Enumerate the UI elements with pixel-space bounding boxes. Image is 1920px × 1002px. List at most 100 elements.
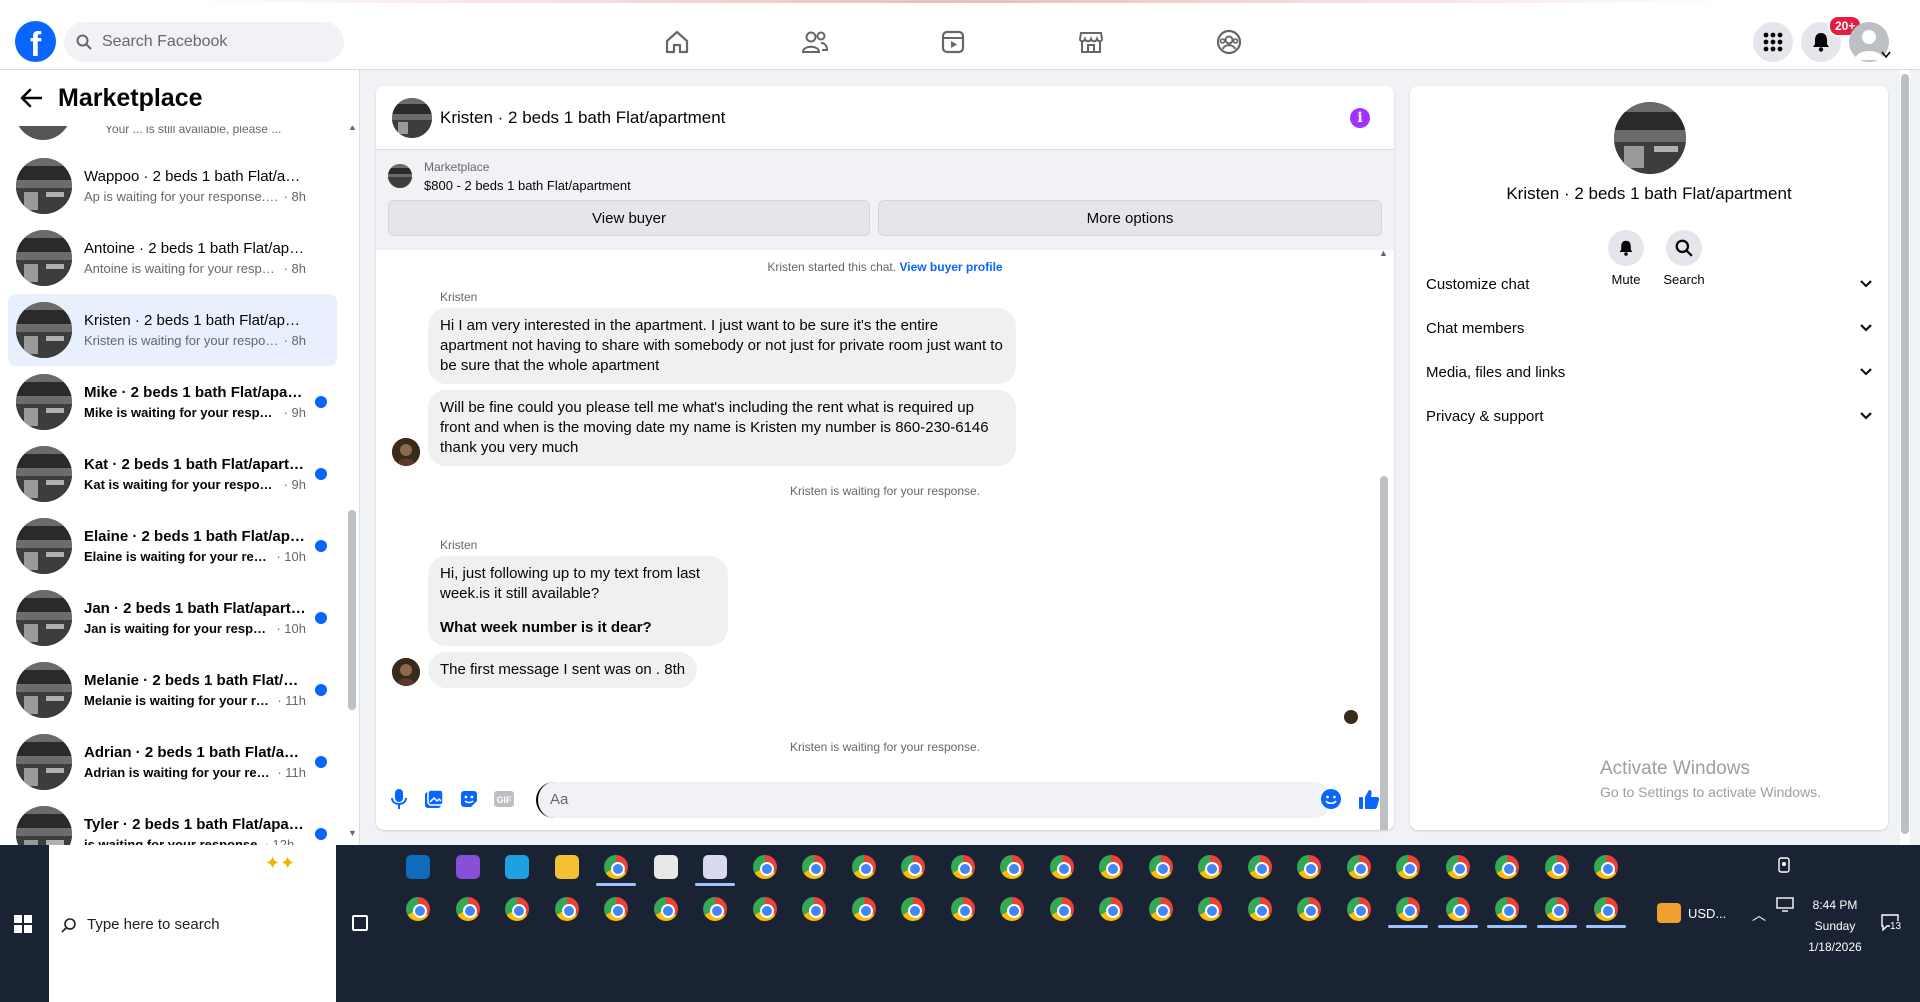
- message-bubble[interactable]: The first message I sent was on . 8th: [428, 652, 698, 688]
- chrome-icon[interactable]: [554, 897, 579, 921]
- chrome-icon[interactable]: [1049, 897, 1074, 921]
- chat-listing-thumbnail[interactable]: [392, 97, 432, 138]
- chrome-icon[interactable]: [1445, 897, 1470, 921]
- home-nav-icon[interactable]: [661, 26, 693, 58]
- meet-now-icon[interactable]: [1776, 857, 1792, 873]
- back-arrow-icon[interactable]: [20, 88, 42, 108]
- view-buyer-profile-link[interactable]: View buyer profile: [899, 260, 1002, 274]
- chrome-icon[interactable]: [1148, 855, 1173, 879]
- copilot-sparkle-icon[interactable]: ✦✦: [265, 853, 295, 874]
- info-icon[interactable]: i: [1350, 108, 1370, 128]
- windows-start-icon[interactable]: [14, 915, 32, 933]
- kristen-avatar[interactable]: [392, 438, 420, 466]
- chrome-icon[interactable]: [1148, 897, 1173, 921]
- chrome-icon[interactable]: [752, 855, 777, 879]
- system-clock[interactable]: 8:44 PM Sunday 1/18/2026: [1800, 895, 1870, 958]
- conversation-item[interactable]: Antoine · 2 beds 1 bath Flat/apa... Antoi…: [8, 222, 337, 294]
- chrome-icon[interactable]: [1198, 897, 1222, 921]
- copilot-icon[interactable]: [455, 855, 480, 879]
- more-options-button[interactable]: More options: [878, 200, 1382, 236]
- facebook-search-field[interactable]: Search Facebook: [64, 22, 344, 62]
- paint-icon[interactable]: [703, 855, 727, 879]
- chrome-icon[interactable]: [703, 897, 727, 921]
- chrome-icon[interactable]: [901, 855, 925, 879]
- facebook-logo-icon[interactable]: f: [15, 21, 56, 62]
- chrome-icon[interactable]: [455, 897, 480, 921]
- conversation-item[interactable]: Melanie · 2 beds 1 bath Flat/ap... Melani…: [8, 654, 337, 726]
- view-buyer-button[interactable]: View buyer: [388, 200, 870, 236]
- chrome-icon[interactable]: [653, 897, 678, 921]
- chrome-icon[interactable]: [1594, 897, 1618, 921]
- conversation-item[interactable]: Elaine · 2 beds 1 bath Flat/apar... Elain…: [8, 510, 337, 582]
- chrome-icon[interactable]: [1049, 855, 1074, 879]
- privacy-support-row[interactable]: Privacy & support: [1426, 394, 1872, 438]
- sticker-icon[interactable]: [458, 788, 480, 810]
- microphone-icon[interactable]: [388, 788, 410, 810]
- chrome-icon[interactable]: [1396, 897, 1420, 921]
- conversation-item[interactable]: Wappoo · 2 beds 1 bath Flat/apa... Ap is …: [8, 150, 337, 222]
- conversation-item[interactable]: Adrian · 2 beds 1 bath Flat/apa... Adrian…: [8, 726, 337, 798]
- chrome-icon[interactable]: [1396, 855, 1420, 879]
- message-bubble[interactable]: Hi I am very interested in the apartment…: [428, 308, 1016, 384]
- chrome-icon[interactable]: [1445, 855, 1470, 879]
- customize-chat-row[interactable]: Customize chat: [1426, 262, 1872, 306]
- chrome-icon[interactable]: [950, 897, 975, 921]
- outlook-icon[interactable]: [406, 855, 430, 879]
- conversation-item[interactable]: Mike · 2 beds 1 bath Flat/apart... Mike i…: [8, 366, 337, 438]
- friends-nav-icon[interactable]: [799, 26, 831, 58]
- chrome-icon[interactable]: [802, 897, 826, 921]
- message-input[interactable]: Aa: [536, 782, 1332, 818]
- listing-avatar[interactable]: [1614, 102, 1686, 174]
- chrome-icon[interactable]: [1495, 855, 1519, 879]
- message-bubble[interactable]: Hi, just following up to my text from la…: [428, 556, 728, 646]
- chrome-icon[interactable]: [505, 897, 529, 921]
- edge-icon[interactable]: [505, 855, 529, 879]
- task-view-icon[interactable]: [352, 915, 368, 931]
- currency-widget-label[interactable]: USD...: [1688, 906, 1726, 921]
- store-icon[interactable]: [653, 855, 678, 879]
- photo-icon[interactable]: [423, 788, 445, 810]
- conversation-item[interactable]: Tyler · 2 beds 1 bath Flat/apart... is wa…: [8, 798, 337, 845]
- account-chevron-icon[interactable]: [1881, 51, 1891, 59]
- chrome-icon[interactable]: [1544, 897, 1569, 921]
- marketplace-nav-icon[interactable]: [1075, 26, 1107, 58]
- chrome-icon[interactable]: [851, 855, 876, 879]
- chrome-icon[interactable]: [901, 897, 925, 921]
- chrome-icon[interactable]: [1198, 855, 1222, 879]
- currency-widget-icon[interactable]: [1657, 903, 1681, 923]
- chrome-icon[interactable]: [1297, 855, 1321, 879]
- conversation-item[interactable]: Kat · 2 beds 1 bath Flat/apartm... Kat is…: [8, 438, 337, 510]
- scroll-down-arrow-icon[interactable]: ▼: [348, 828, 357, 838]
- chrome-icon[interactable]: [604, 855, 628, 879]
- chrome-icon[interactable]: [1247, 897, 1272, 921]
- chrome-icon[interactable]: [1594, 855, 1618, 879]
- chat-members-row[interactable]: Chat members: [1426, 306, 1872, 350]
- chrome-icon[interactable]: [1346, 897, 1371, 921]
- sidebar-scrollbar[interactable]: [348, 510, 356, 710]
- thumbs-up-icon[interactable]: [1358, 788, 1380, 810]
- menu-grid-button[interactable]: [1753, 22, 1793, 62]
- file-explorer-icon[interactable]: [554, 855, 579, 879]
- chrome-icon[interactable]: [1099, 855, 1123, 879]
- chrome-icon[interactable]: [1495, 897, 1519, 921]
- chrome-icon[interactable]: [1099, 897, 1123, 921]
- chrome-icon[interactable]: [406, 897, 430, 921]
- kristen-avatar[interactable]: [392, 658, 420, 686]
- tray-expand-chevron-icon[interactable]: ︿: [1752, 905, 1766, 925]
- chrome-icon[interactable]: [604, 897, 628, 921]
- gif-icon[interactable]: GIF: [493, 788, 515, 810]
- chrome-icon[interactable]: [1000, 855, 1024, 879]
- message-bubble[interactable]: Will be fine could you please tell me wh…: [428, 390, 1016, 466]
- chrome-icon[interactable]: [1000, 897, 1024, 921]
- listing-title[interactable]: $800 - 2 beds 1 bath Flat/apartment: [424, 178, 631, 193]
- video-nav-icon[interactable]: [937, 26, 969, 58]
- media-files-links-row[interactable]: Media, files and links: [1426, 350, 1872, 394]
- taskbar-search-box[interactable]: Type here to search ✦✦: [49, 845, 336, 1002]
- groups-nav-icon[interactable]: [1213, 26, 1245, 58]
- chrome-icon[interactable]: [950, 855, 975, 879]
- chrome-icon[interactable]: [851, 897, 876, 921]
- chrome-icon[interactable]: [1346, 855, 1371, 879]
- emoji-icon[interactable]: [1320, 788, 1342, 810]
- thread-scroll-up-icon[interactable]: ▲: [1379, 248, 1388, 258]
- chrome-icon[interactable]: [1247, 855, 1272, 879]
